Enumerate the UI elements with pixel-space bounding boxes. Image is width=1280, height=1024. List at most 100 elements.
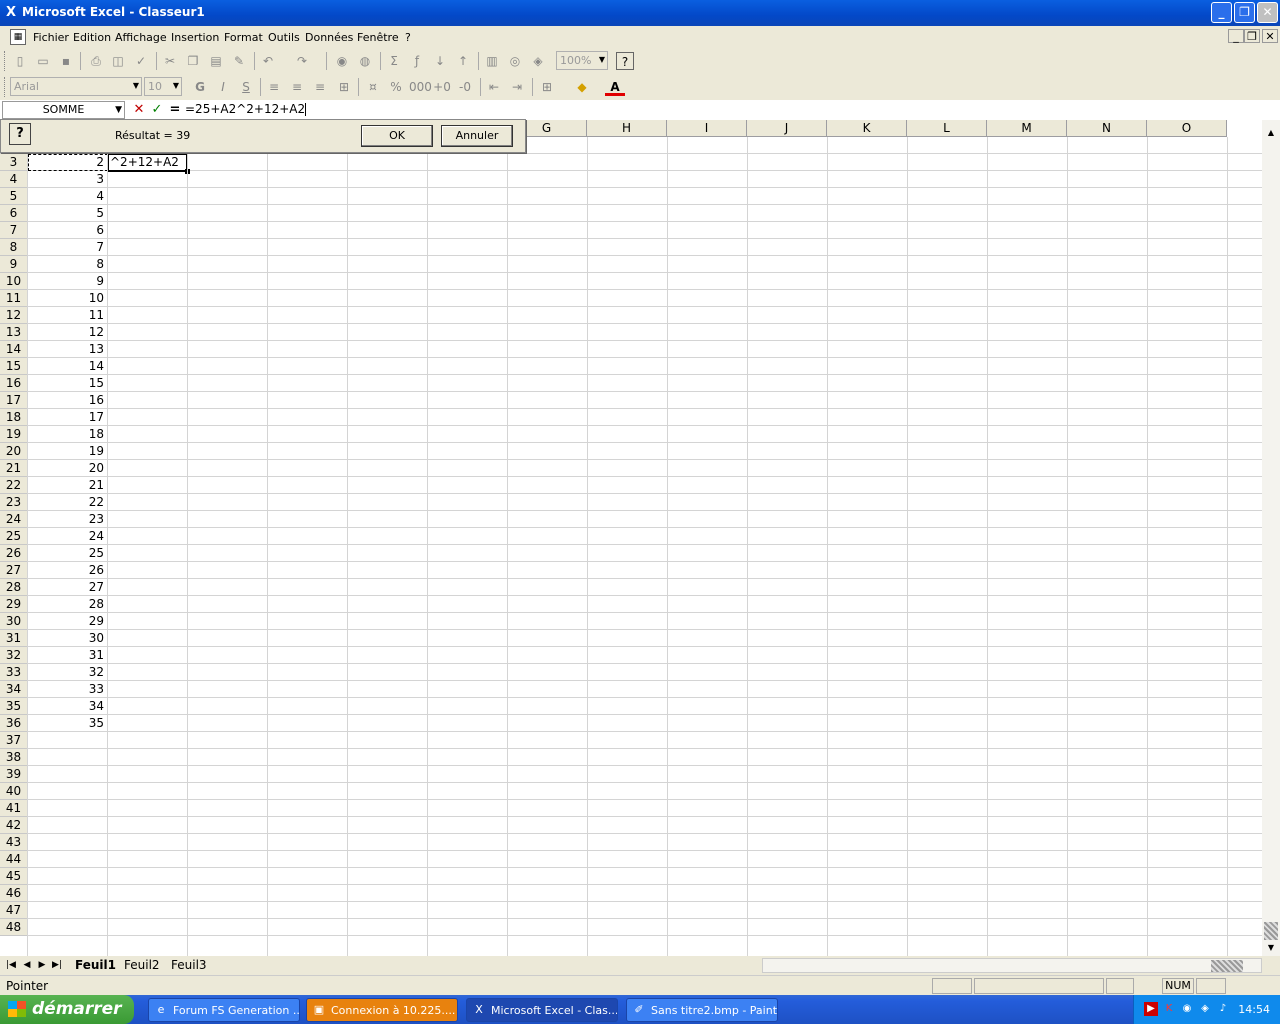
bold-button[interactable]: G bbox=[190, 78, 210, 96]
cell-a24[interactable]: 23 bbox=[28, 511, 107, 528]
underline-button[interactable]: S bbox=[236, 78, 256, 96]
task-paint[interactable]: ✐ Sans titre2.bmp - Paint bbox=[626, 998, 778, 1022]
cell-a25[interactable]: 24 bbox=[28, 528, 107, 545]
row-header-47[interactable]: 47 bbox=[0, 902, 28, 919]
row-header-37[interactable]: 37 bbox=[0, 732, 28, 749]
sheet-tab-feuil2[interactable]: Feuil2 bbox=[124, 957, 160, 973]
vertical-scrollbar[interactable]: ▲ ▼ bbox=[1262, 120, 1280, 956]
doc-close-button[interactable]: ✕ bbox=[1262, 29, 1278, 43]
active-cell[interactable]: ^2+12+A2 bbox=[107, 153, 190, 174]
column-header-j[interactable]: J bbox=[747, 120, 827, 137]
row-header-27[interactable]: 27 bbox=[0, 562, 28, 579]
row-header-14[interactable]: 14 bbox=[0, 341, 28, 358]
row-header-8[interactable]: 8 bbox=[0, 239, 28, 256]
row-header-35[interactable]: 35 bbox=[0, 698, 28, 715]
row-header-20[interactable]: 20 bbox=[0, 443, 28, 460]
row-header-45[interactable]: 45 bbox=[0, 868, 28, 885]
borders-icon[interactable]: ⊞ bbox=[537, 78, 557, 96]
autosum-icon[interactable]: Σ bbox=[384, 52, 404, 70]
row-header-22[interactable]: 22 bbox=[0, 477, 28, 494]
cell-a22[interactable]: 21 bbox=[28, 477, 107, 494]
menu-help[interactable]: ? bbox=[405, 31, 411, 44]
first-sheet-icon[interactable]: |◀ bbox=[4, 958, 18, 972]
increase-decimal-icon[interactable]: +0 bbox=[432, 78, 452, 96]
currency-icon[interactable]: ¤ bbox=[363, 78, 383, 96]
thousands-icon[interactable]: 000 bbox=[409, 78, 432, 96]
doc-minimize-button[interactable]: _ bbox=[1228, 29, 1244, 43]
column-header-k[interactable]: K bbox=[827, 120, 907, 137]
ok-button[interactable]: OK bbox=[361, 125, 433, 147]
function-icon[interactable]: ƒ bbox=[407, 52, 427, 70]
cell-a26[interactable]: 25 bbox=[28, 545, 107, 562]
row-header-31[interactable]: 31 bbox=[0, 630, 28, 647]
hyperlink-icon[interactable]: ◉ bbox=[332, 52, 352, 70]
align-right-icon[interactable]: ≡ bbox=[310, 78, 330, 96]
row-header-11[interactable]: 11 bbox=[0, 290, 28, 307]
decrease-decimal-icon[interactable]: -0 bbox=[455, 78, 475, 96]
align-left-icon[interactable]: ≡ bbox=[264, 78, 284, 96]
cell-a17[interactable]: 16 bbox=[28, 392, 107, 409]
cell-a32[interactable]: 31 bbox=[28, 647, 107, 664]
restore-button[interactable]: ❐ bbox=[1234, 2, 1255, 23]
decrease-indent-icon[interactable]: ⇤ bbox=[484, 78, 504, 96]
row-header-24[interactable]: 24 bbox=[0, 511, 28, 528]
tray-app-icon[interactable]: ▶ bbox=[1144, 1002, 1158, 1016]
merge-center-icon[interactable]: ⊞ bbox=[334, 78, 354, 96]
cell-a16[interactable]: 15 bbox=[28, 375, 107, 392]
task-excel[interactable]: X Microsoft Excel - Clas... bbox=[466, 998, 618, 1022]
row-header-21[interactable]: 21 bbox=[0, 460, 28, 477]
tray-k-icon[interactable]: K bbox=[1162, 1002, 1176, 1016]
row-header-46[interactable]: 46 bbox=[0, 885, 28, 902]
italic-button[interactable]: I bbox=[213, 78, 233, 96]
row-header-6[interactable]: 6 bbox=[0, 205, 28, 222]
task-forum[interactable]: e Forum FS Generation ... bbox=[148, 998, 300, 1022]
scroll-up-icon[interactable]: ▲ bbox=[1263, 125, 1279, 141]
row-header-17[interactable]: 17 bbox=[0, 392, 28, 409]
row-header-34[interactable]: 34 bbox=[0, 681, 28, 698]
cell-a5[interactable]: 4 bbox=[28, 188, 107, 205]
chart-wizard-icon[interactable]: ▥ bbox=[482, 52, 502, 70]
cell-a13[interactable]: 12 bbox=[28, 324, 107, 341]
row-header-5[interactable]: 5 bbox=[0, 188, 28, 205]
edit-formula-button[interactable]: = bbox=[167, 102, 183, 118]
row-header-33[interactable]: 33 bbox=[0, 664, 28, 681]
enter-formula-button[interactable]: ✓ bbox=[149, 102, 165, 118]
row-header-29[interactable]: 29 bbox=[0, 596, 28, 613]
cell-a4[interactable]: 3 bbox=[28, 171, 107, 188]
row-header-38[interactable]: 38 bbox=[0, 749, 28, 766]
cell-a23[interactable]: 22 bbox=[28, 494, 107, 511]
row-header-9[interactable]: 9 bbox=[0, 256, 28, 273]
hscroll-thumb[interactable] bbox=[1211, 960, 1243, 972]
row-header-16[interactable]: 16 bbox=[0, 375, 28, 392]
scroll-down-icon[interactable]: ▼ bbox=[1263, 940, 1279, 956]
formula-input[interactable]: =25+A2^2+12+A2 bbox=[185, 102, 307, 116]
horizontal-scrollbar[interactable] bbox=[762, 958, 1262, 973]
toolbar-grip[interactable] bbox=[4, 51, 7, 71]
cut-icon[interactable]: ✂ bbox=[160, 52, 180, 70]
last-sheet-icon[interactable]: ▶| bbox=[50, 958, 64, 972]
paste-icon[interactable]: ▤ bbox=[206, 52, 226, 70]
cell-a8[interactable]: 7 bbox=[28, 239, 107, 256]
column-header-o[interactable]: O bbox=[1147, 120, 1227, 137]
task-connexion[interactable]: ▣ Connexion à 10.225.... bbox=[306, 998, 458, 1022]
tray-volume-icon[interactable]: ♪ bbox=[1216, 1002, 1230, 1016]
cell-a28[interactable]: 27 bbox=[28, 579, 107, 596]
menu-outils[interactable]: Outils bbox=[268, 31, 300, 44]
doc-restore-button[interactable]: ❐ bbox=[1244, 29, 1260, 43]
sheet-tab-feuil1[interactable]: Feuil1 bbox=[75, 957, 116, 973]
column-header-l[interactable]: L bbox=[907, 120, 987, 137]
print-icon[interactable]: ⎙ bbox=[86, 52, 106, 70]
cell-a7[interactable]: 6 bbox=[28, 222, 107, 239]
row-header-25[interactable]: 25 bbox=[0, 528, 28, 545]
sort-desc-icon[interactable]: ↑ bbox=[453, 52, 473, 70]
row-header-43[interactable]: 43 bbox=[0, 834, 28, 851]
cell-a29[interactable]: 28 bbox=[28, 596, 107, 613]
format-painter-icon[interactable]: ✎ bbox=[229, 52, 249, 70]
new-icon[interactable]: ▯ bbox=[10, 52, 30, 70]
increase-indent-icon[interactable]: ⇥ bbox=[507, 78, 527, 96]
row-header-12[interactable]: 12 bbox=[0, 307, 28, 324]
row-header-18[interactable]: 18 bbox=[0, 409, 28, 426]
web-toolbar-icon[interactable]: ◍ bbox=[355, 52, 375, 70]
menu-donnees[interactable]: Données bbox=[305, 31, 353, 44]
redo-icon[interactable]: ↷ bbox=[292, 52, 312, 70]
